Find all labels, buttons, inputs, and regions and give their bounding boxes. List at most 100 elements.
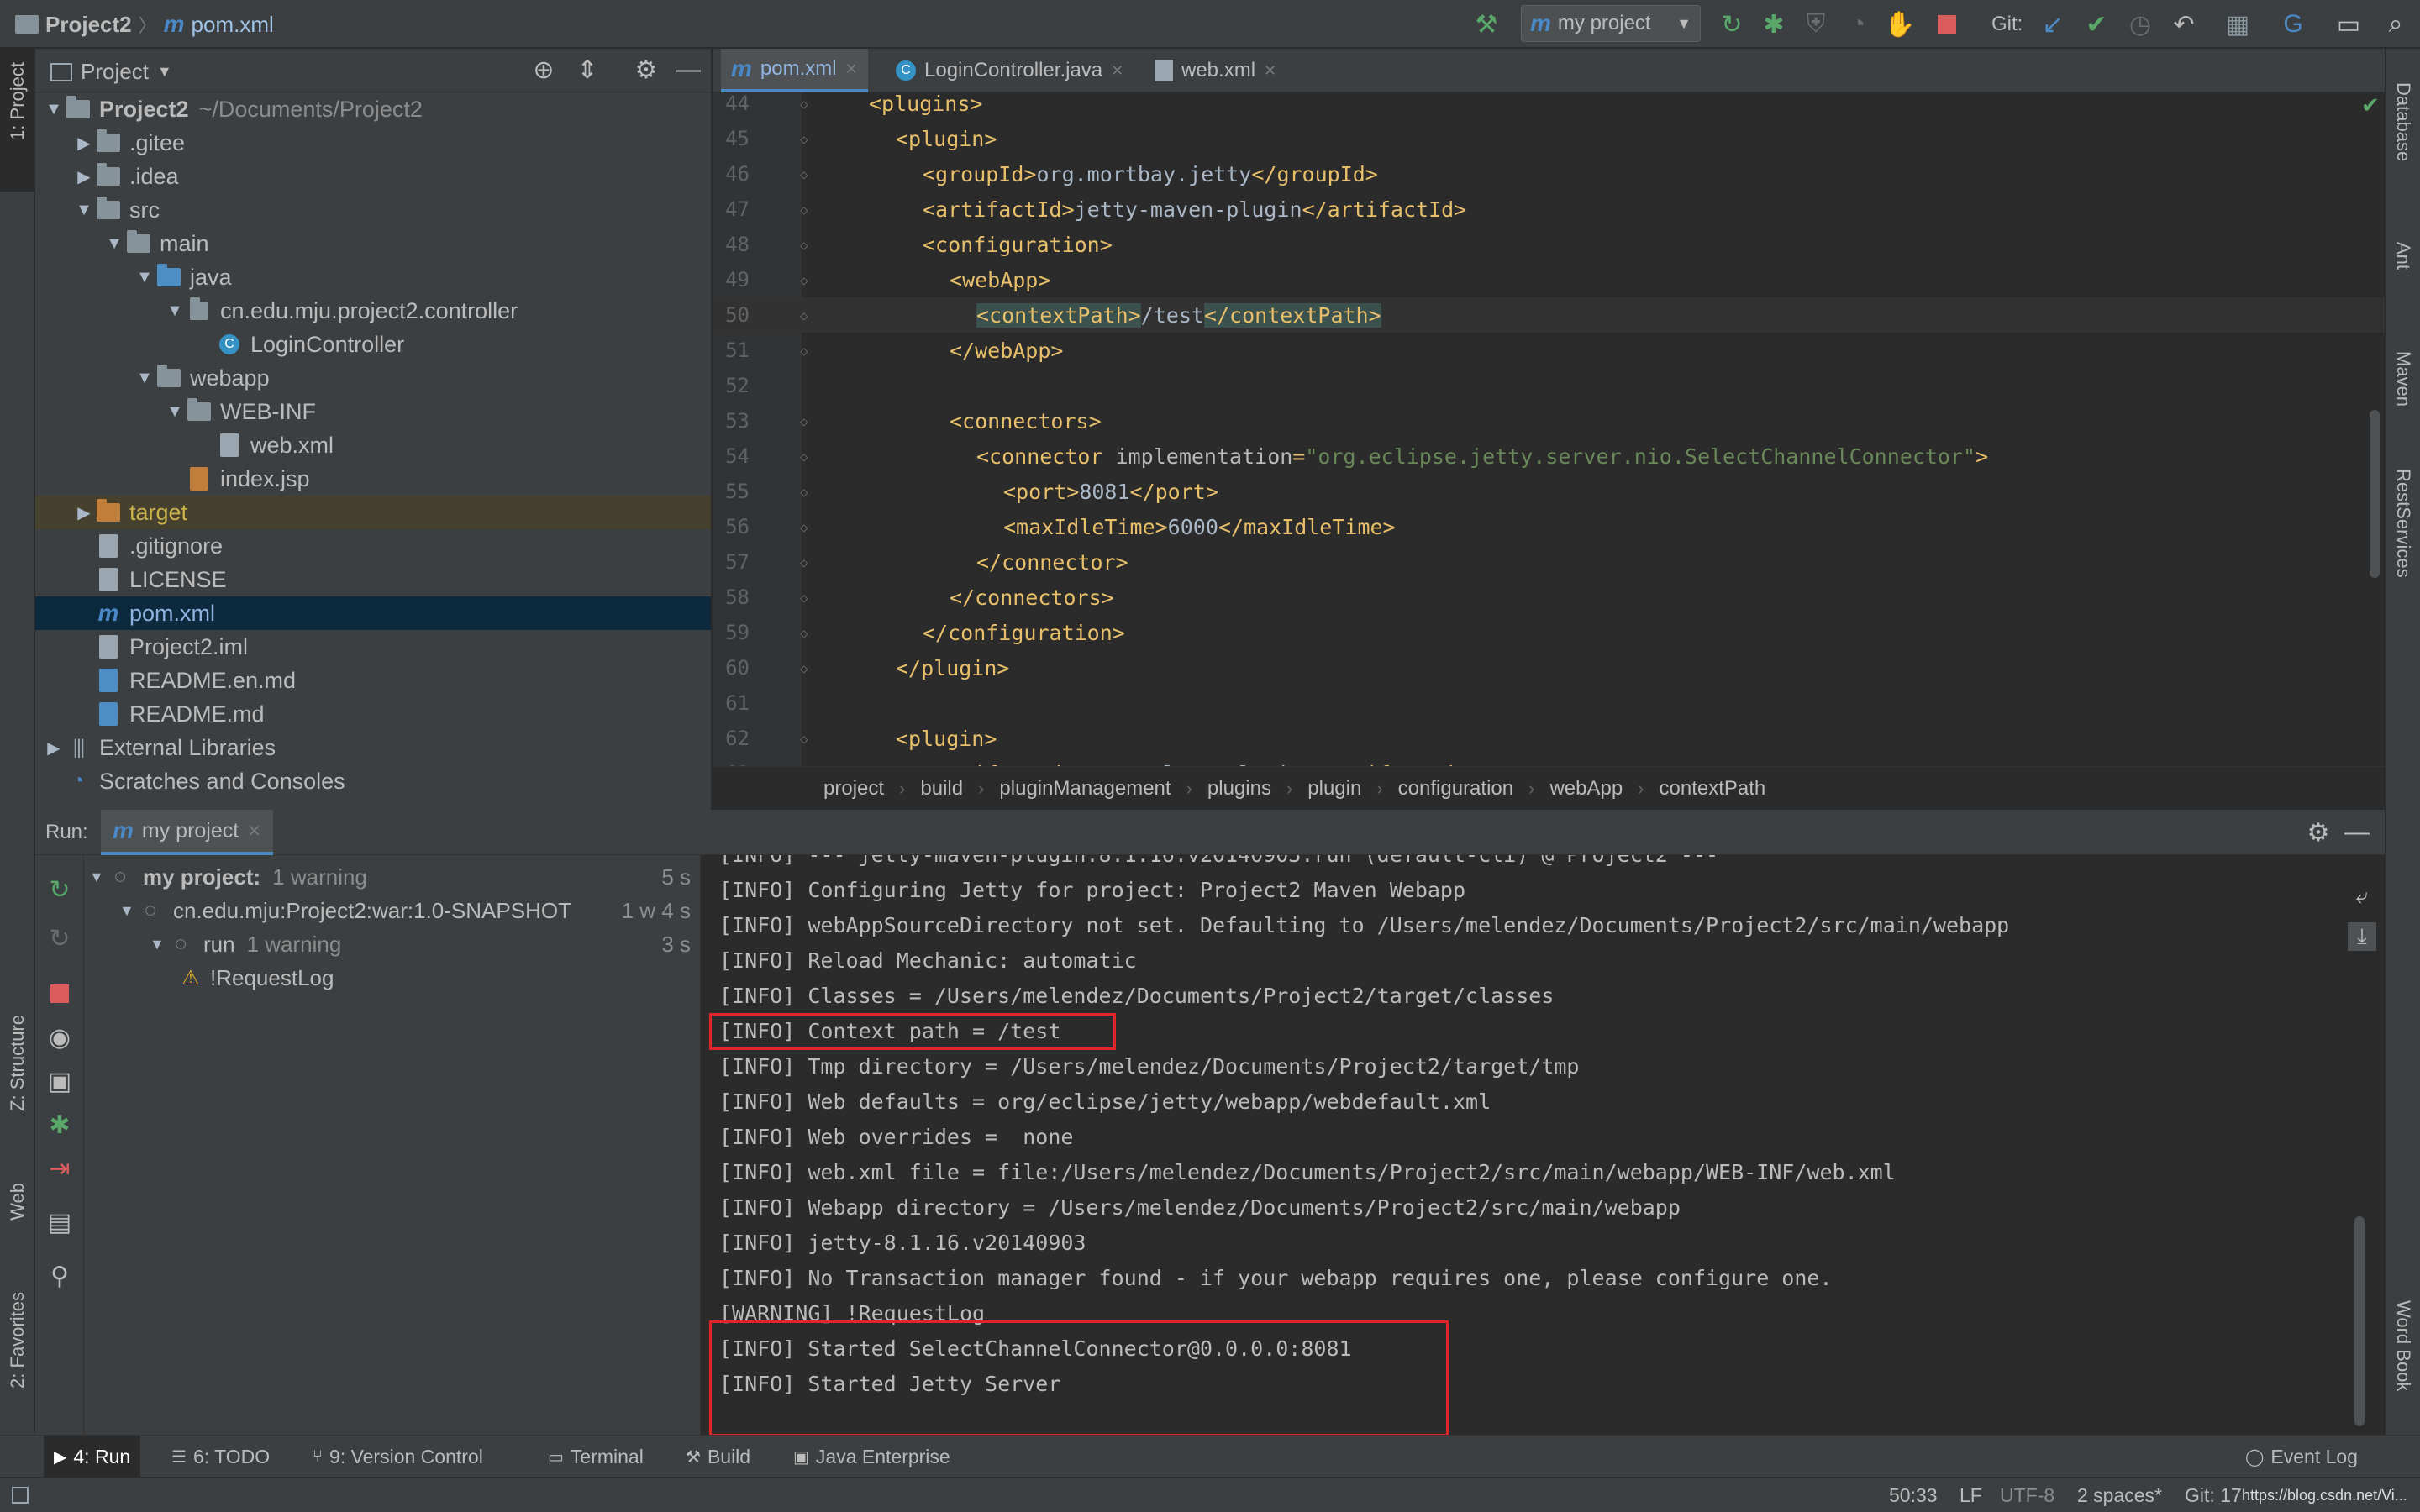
expanded-arrow-icon[interactable]: ▼ (74, 201, 94, 220)
project-tool-button[interactable]: 1: Project (0, 49, 35, 192)
run-tree-item[interactable]: ▼ ◌ my project: 1 warning 5 s (89, 860, 694, 894)
favorites-tool-button[interactable]: 2: Favorites (7, 1292, 29, 1389)
chevron-down-icon[interactable]: ▼ (157, 63, 172, 81)
stop-icon[interactable] (45, 979, 74, 1008)
collapsed-arrow-icon[interactable]: ▶ (74, 166, 94, 187)
translate-icon[interactable]: G (2279, 10, 2307, 39)
file-encoding[interactable]: UTF-8 (2000, 1478, 2054, 1512)
attach-icon[interactable]: ✋ (1884, 10, 1915, 39)
tool-window-tab[interactable]: ⑂ 9: Version Control (313, 1436, 483, 1478)
event-log-button[interactable]: ◯ Event Log (2245, 1436, 2358, 1478)
fold-marker-icon[interactable]: ◇ (800, 413, 808, 429)
git-rollback-icon[interactable]: ↶ (2170, 10, 2198, 39)
run-tree-item[interactable]: ▼ ◌ run 1 warning 3 s (150, 927, 694, 961)
rerun-failed-icon[interactable]: ↻ (45, 924, 74, 953)
run-tab[interactable]: m my project ✕ (101, 810, 273, 855)
fold-marker-icon[interactable]: ◇ (800, 554, 808, 570)
expanded-arrow-icon[interactable]: ▼ (134, 268, 155, 287)
close-icon[interactable]: ✕ (845, 60, 858, 78)
editor-scrollbar[interactable] (2370, 410, 2380, 578)
fold-marker-icon[interactable]: ◇ (800, 660, 808, 676)
tree-item[interactable]: ▶ .gitee (35, 126, 711, 160)
close-icon[interactable]: ✕ (1264, 62, 1276, 80)
collapsed-arrow-icon[interactable]: ▶ (74, 502, 94, 523)
locate-icon[interactable]: ⊕ (529, 55, 558, 84)
expanded-arrow-icon[interactable]: ▼ (119, 902, 145, 920)
rerun-icon[interactable]: ↻ (1718, 10, 1746, 39)
rest-services-tool-button[interactable]: RestServices (2392, 469, 2414, 578)
tree-item[interactable]: ▼ WEB-INF (35, 395, 711, 428)
breadcrumb-item[interactable]: › webApp (1513, 777, 1623, 801)
fold-marker-icon[interactable]: ◇ (800, 96, 808, 112)
tree-item[interactable]: ▼ cn.edu.mju.project2.controller (35, 294, 711, 328)
breadcrumb-item[interactable]: project (823, 777, 884, 801)
collapsed-arrow-icon[interactable]: ▶ (44, 738, 64, 759)
ant-tool-button[interactable]: Ant (2392, 242, 2414, 270)
tree-item[interactable]: index.jsp (35, 462, 711, 496)
soft-wrap-icon[interactable]: ⤶ (2348, 882, 2376, 911)
fold-marker-icon[interactable]: ◇ (800, 519, 808, 535)
hide-icon[interactable]: — (674, 55, 702, 84)
tool-window-tab[interactable]: ▣ Java Enterprise (793, 1436, 950, 1478)
tree-item[interactable]: ▶ target (35, 496, 711, 529)
tree-item[interactable]: ▼ src (35, 193, 711, 227)
fold-marker-icon[interactable]: ◇ (800, 307, 808, 323)
login-icon[interactable]: ⇥ (45, 1154, 74, 1183)
expanded-arrow-icon[interactable]: ▼ (44, 100, 64, 119)
search-icon[interactable]: ⌕ (2381, 10, 2410, 39)
profile-icon[interactable]: ◔ (1844, 10, 1872, 39)
tool-window-tab[interactable]: ▶ 4: Run (44, 1436, 141, 1478)
layout-icon[interactable]: ▤ (45, 1208, 74, 1236)
expanded-arrow-icon[interactable]: ▼ (150, 936, 175, 953)
database-tool-button[interactable]: Database (2392, 82, 2414, 161)
breadcrumb-item[interactable]: › contextPath (1623, 777, 1765, 801)
gear-icon[interactable]: ⚙ (2304, 818, 2333, 847)
structure-tool-button[interactable]: Z: Structure (7, 1015, 29, 1111)
project-structure-icon[interactable]: ▦ (2223, 10, 2252, 39)
gear-icon[interactable]: ⚙ (632, 55, 660, 84)
tree-item[interactable]: C LoginController (35, 328, 711, 361)
breadcrumb-item[interactable]: › plugin (1271, 777, 1361, 801)
debug-icon[interactable]: ✱ (1760, 10, 1788, 39)
tree-item[interactable]: ▶ ||| External Libraries (35, 731, 711, 764)
tree-item[interactable]: LICENSE (35, 563, 711, 596)
collapsed-arrow-icon[interactable]: ▶ (74, 133, 94, 154)
expanded-arrow-icon[interactable]: ▼ (89, 869, 114, 886)
tree-item[interactable]: README.en.md (35, 664, 711, 697)
indent-setting[interactable]: 2 spaces* (2077, 1478, 2162, 1512)
fold-marker-icon[interactable]: ◇ (800, 202, 808, 218)
git-branch[interactable]: Git: 17 (2185, 1478, 2242, 1512)
project-view-dropdown[interactable]: Project (81, 59, 149, 85)
caret-position[interactable]: 50:33 (1889, 1478, 1938, 1512)
breadcrumb-item[interactable]: › build (884, 777, 963, 801)
tool-window-tab[interactable]: ▭ Terminal (548, 1436, 644, 1478)
console-output[interactable]: [INFO] Started Jetty Server [INFO] Starte… (701, 855, 2370, 1435)
expanded-arrow-icon[interactable]: ▼ (134, 369, 155, 388)
tool-window-tab[interactable]: ☰ 6: TODO (171, 1436, 270, 1478)
tree-item[interactable]: README.md (35, 697, 711, 731)
fold-marker-icon[interactable]: ◇ (800, 731, 808, 747)
presentation-icon[interactable]: ▭ (2334, 10, 2363, 39)
nav-file[interactable]: pom.xml (192, 12, 274, 38)
git-commit-icon[interactable]: ✔ (2082, 10, 2111, 39)
close-icon[interactable]: ✕ (1111, 62, 1123, 80)
tool-window-tab[interactable]: ⚒ Build (686, 1436, 750, 1478)
web-tool-button[interactable]: Web (7, 1183, 29, 1221)
eye-icon[interactable]: ◉ (45, 1023, 74, 1052)
tree-item[interactable]: ▼ Project2 ~/Documents/Project2 (35, 92, 711, 126)
breadcrumb-item[interactable]: › configuration (1361, 777, 1513, 801)
pin-icon[interactable]: ⚲ (45, 1262, 74, 1290)
run-tree-item[interactable]: ▼ ◌ cn.edu.mju:Project2:war:1.0-SNAPSHOT 1 … (119, 894, 694, 927)
tree-item[interactable]: .gitignore (35, 529, 711, 563)
fold-marker-icon[interactable]: ◇ (800, 237, 808, 253)
tree-item[interactable]: ▶ .idea (35, 160, 711, 193)
tree-item[interactable]: Project2.iml (35, 630, 711, 664)
run-tree-item[interactable]: ⚠ !RequestLog (182, 961, 694, 995)
breadcrumb-item[interactable]: › pluginManagement (963, 777, 1171, 801)
line-separator[interactable]: LF (1960, 1478, 1982, 1512)
debug-icon[interactable]: ✱ (45, 1110, 74, 1139)
tree-item[interactable]: m pom.xml (35, 596, 711, 630)
build-hammer-icon[interactable]: ⚒ (1472, 10, 1501, 39)
fold-marker-icon[interactable]: ◇ (800, 625, 808, 641)
git-history-icon[interactable]: ◷ (2126, 10, 2154, 39)
